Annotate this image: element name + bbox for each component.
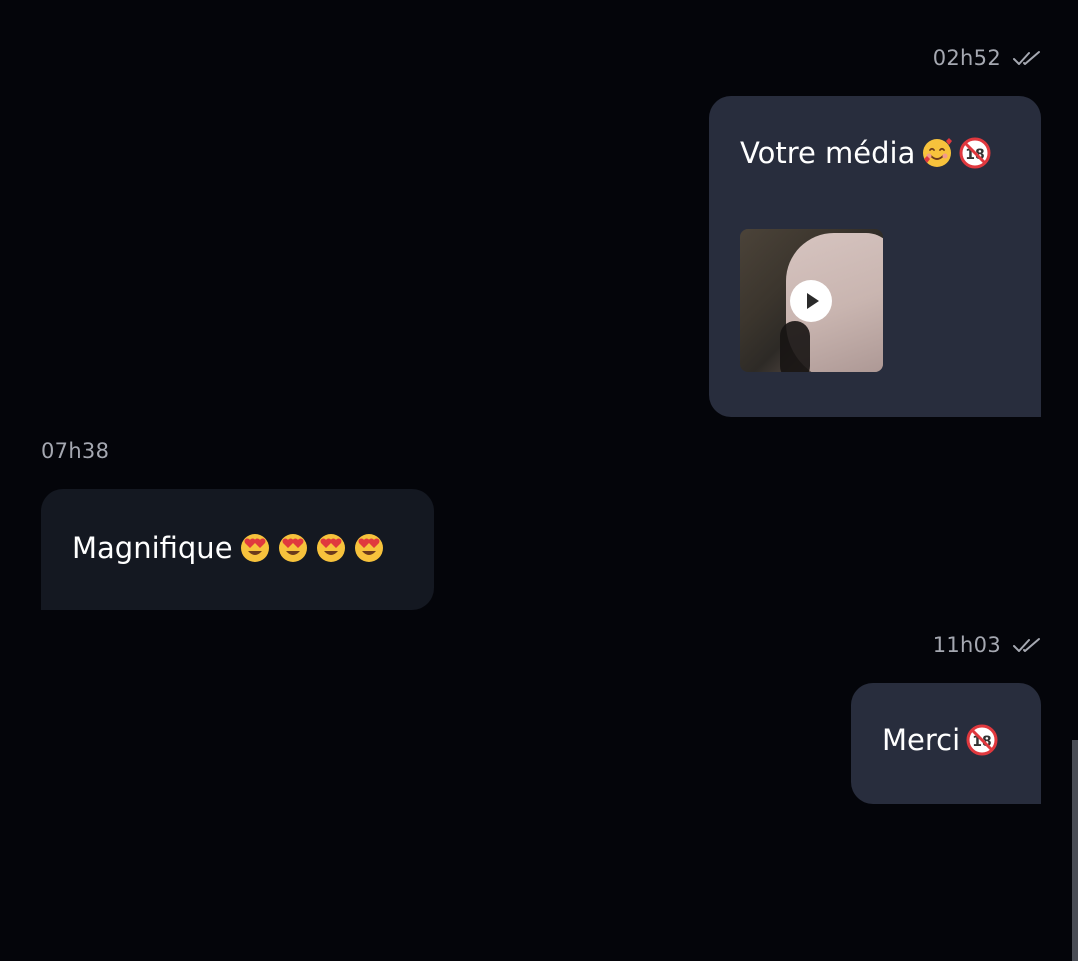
- heart-eyes-icon: [315, 532, 347, 564]
- heart-eyes-icon: [353, 532, 385, 564]
- no-one-under-eighteen-icon: 18: [966, 724, 998, 756]
- message-meta: 07h38: [41, 436, 441, 466]
- double-check-icon: [1013, 49, 1041, 67]
- double-check-icon: [1013, 636, 1041, 654]
- play-icon[interactable]: [790, 280, 832, 322]
- thumbnail-shadow: [780, 321, 810, 372]
- message-text: Votre média: [740, 136, 916, 170]
- message-timestamp: 07h38: [41, 439, 110, 463]
- video-thumbnail[interactable]: [740, 229, 883, 372]
- scrollbar[interactable]: [1072, 740, 1078, 961]
- message-meta: 11h03: [0, 630, 1041, 660]
- message-meta: 02h52: [0, 43, 1041, 73]
- message-bubble-incoming[interactable]: Magnifique: [41, 489, 434, 610]
- heart-eyes-icon: [239, 532, 271, 564]
- message-group-incoming: 07h38 Magnifique: [41, 436, 441, 610]
- no-one-under-eighteen-icon: 18: [959, 137, 991, 169]
- message-timestamp: 11h03: [932, 633, 1001, 657]
- heart-eyes-icon: [277, 532, 309, 564]
- message-group-outgoing: 02h52 Votre média: [0, 43, 1041, 417]
- message-group-outgoing: 11h03 Merci 18: [0, 630, 1041, 804]
- smiling-face-with-hearts-icon: [921, 137, 953, 169]
- message-bubble-outgoing[interactable]: Votre média 18: [709, 96, 1041, 417]
- message-text-row: Votre média 18: [740, 136, 1041, 170]
- message-text: Magnifique: [72, 531, 233, 565]
- chat-thread: 02h52 Votre média 07h38 Magnifique 11h03…: [0, 0, 1078, 961]
- message-timestamp: 02h52: [932, 46, 1001, 70]
- message-text: Merci: [882, 723, 961, 757]
- message-bubble-outgoing[interactable]: Merci 18: [851, 683, 1041, 804]
